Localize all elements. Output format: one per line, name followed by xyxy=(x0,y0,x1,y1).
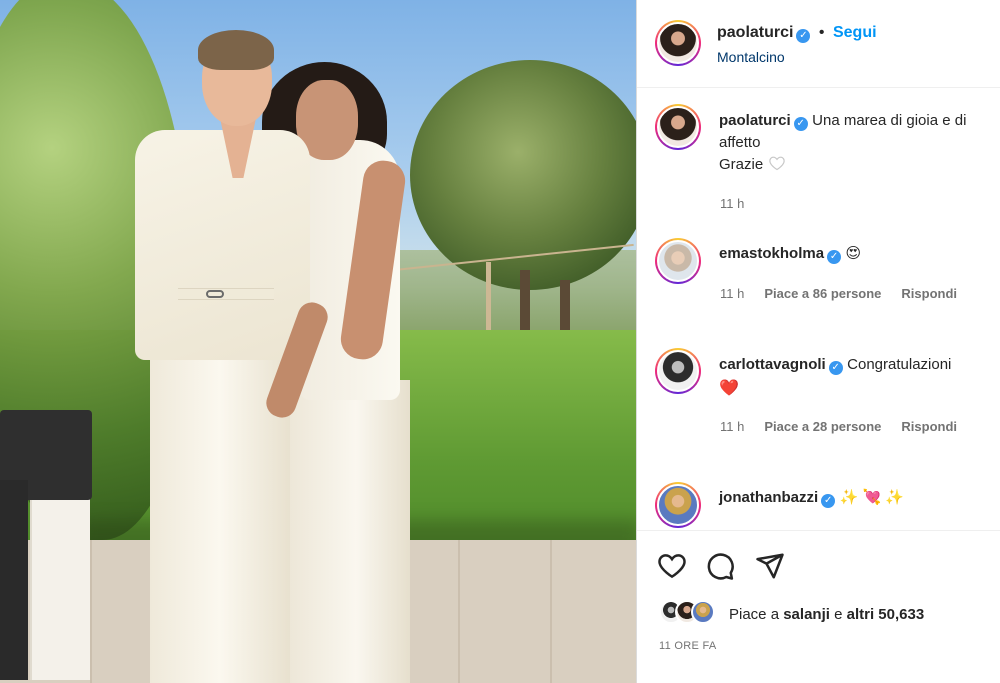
caption-author-avatar[interactable] xyxy=(655,104,701,150)
person-left-hair xyxy=(198,30,274,70)
separator-dot: • xyxy=(818,24,825,41)
reply-button[interactable]: Rispondi xyxy=(901,419,957,434)
heart-outline-icon xyxy=(768,156,785,171)
person-left-jacket xyxy=(135,130,310,360)
comment-time[interactable]: 11 h xyxy=(720,419,744,434)
comment-avatar[interactable] xyxy=(655,348,701,394)
belt-buckle xyxy=(206,290,224,298)
comment-avatar[interactable] xyxy=(655,482,701,528)
comment-likes[interactable]: Piace a 86 persone xyxy=(764,286,881,301)
caption-text-1: Una marea di gioia e di xyxy=(812,112,967,129)
comment-text: 😍 xyxy=(845,245,862,262)
post-photo[interactable] xyxy=(0,0,636,683)
likes-prefix: Piace a xyxy=(729,606,780,623)
comment-meta: 11 h Piace a 28 persone Rispondi xyxy=(720,419,957,434)
heart-icon[interactable] xyxy=(657,551,687,581)
comment-avatar[interactable] xyxy=(655,238,701,284)
caption: paolaturci ✓ Una marea di gioia e di affe… xyxy=(719,110,999,176)
comment-username[interactable]: jonathanbazzi xyxy=(719,489,818,506)
author-username[interactable]: paolaturci xyxy=(717,24,793,41)
follow-button[interactable]: Segui xyxy=(833,24,877,41)
likes-summary: Piace a salanji e altri 50,633 xyxy=(729,606,924,623)
comment-emoji: ❤️ xyxy=(719,380,739,397)
author-username-line: paolaturci ✓ • Segui xyxy=(717,24,877,43)
verified-icon: ✓ xyxy=(821,494,836,508)
comment-username[interactable]: emastokholma xyxy=(719,245,824,262)
likers-avatars[interactable] xyxy=(659,600,729,626)
likes-mid: e xyxy=(834,606,843,623)
caption-time[interactable]: 11 h xyxy=(720,196,744,211)
comment-1: emastokholma ✓ 😍 xyxy=(719,243,861,265)
photo-bench-side xyxy=(0,480,28,680)
instagram-post-view: paolaturci ✓ • Segui Montalcino paolaturc… xyxy=(0,0,1000,683)
comment-username[interactable]: carlottavagnoli xyxy=(719,356,826,373)
verified-icon: ✓ xyxy=(793,117,808,131)
likes-user[interactable]: salanji xyxy=(783,606,830,623)
comment-time[interactable]: 11 h xyxy=(720,286,744,301)
post-location[interactable]: Montalcino xyxy=(717,49,785,65)
verified-icon: ✓ xyxy=(827,250,842,264)
comment-text: ✨ 💘 ✨ xyxy=(839,489,904,506)
likes-others[interactable]: altri 50,633 xyxy=(847,606,925,623)
caption-text-2: affetto xyxy=(719,134,761,151)
post-header: paolaturci ✓ • Segui Montalcino xyxy=(637,0,1000,88)
caption-username[interactable]: paolaturci xyxy=(719,112,791,129)
reply-button[interactable]: Rispondi xyxy=(901,286,957,301)
post-timestamp[interactable]: 11 ORE FA xyxy=(659,640,717,652)
comment-2: carlottavagnoli ✓ Congratulazioni ❤️ xyxy=(719,353,951,401)
comment-text: Congratulazioni xyxy=(847,356,952,373)
liker-avatar xyxy=(691,600,715,624)
post-side-panel: paolaturci ✓ • Segui Montalcino paolaturc… xyxy=(637,0,1000,683)
verified-icon: ✓ xyxy=(796,29,811,43)
share-icon[interactable] xyxy=(755,551,785,581)
verified-icon: ✓ xyxy=(828,361,843,375)
author-avatar[interactable] xyxy=(655,20,701,66)
person-left-belt xyxy=(178,288,274,300)
comment-icon[interactable] xyxy=(705,551,735,581)
person-right-trousers xyxy=(290,380,410,683)
caption-text-3: Grazie xyxy=(719,156,764,173)
comment-likes[interactable]: Piace a 28 persone xyxy=(764,419,881,434)
comment-3: jonathanbazzi ✓ ✨ 💘 ✨ xyxy=(719,487,904,509)
comment-meta: 11 h Piace a 86 persone Rispondi xyxy=(720,286,957,301)
